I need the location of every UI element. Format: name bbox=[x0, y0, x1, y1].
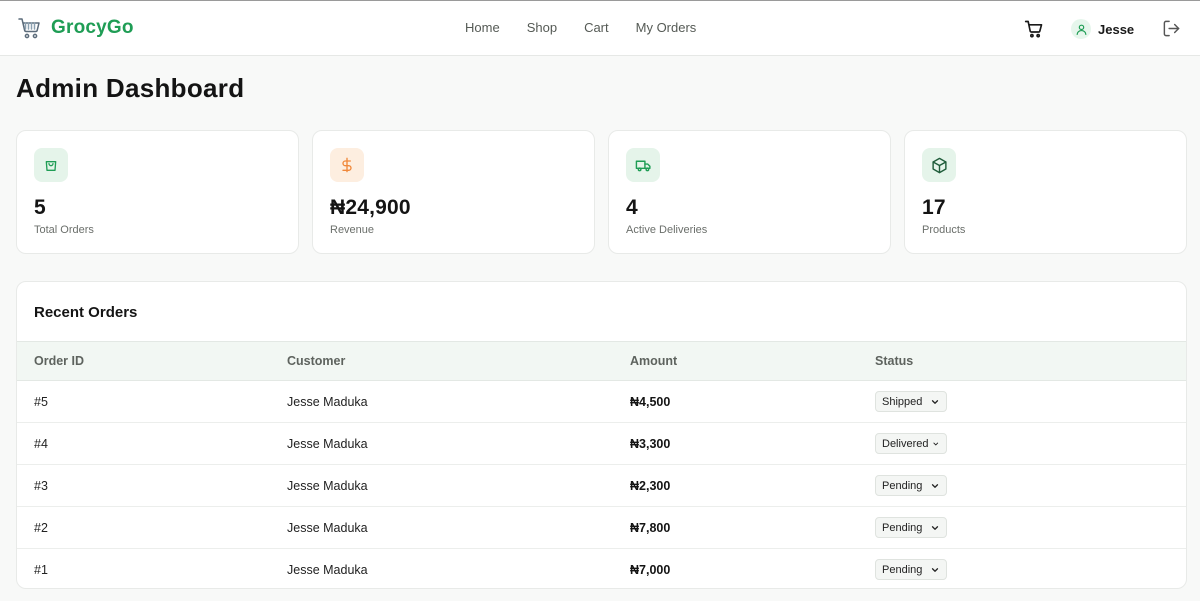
nav-link-home[interactable]: Home bbox=[465, 20, 500, 35]
order-amount: ₦2,300 bbox=[630, 478, 671, 493]
status-cell: Pending bbox=[875, 507, 1186, 549]
chevron-down-icon bbox=[931, 567, 939, 572]
shopping-bag-icon bbox=[34, 148, 68, 182]
order-amount: ₦4,500 bbox=[630, 394, 671, 409]
orders-table: Order ID Customer Amount Status #5 Jesse… bbox=[17, 341, 1186, 589]
user-icon bbox=[1071, 19, 1091, 39]
cart-icon[interactable] bbox=[1024, 19, 1044, 39]
stat-card-products: 17 Products bbox=[904, 130, 1187, 254]
brand-logo-link[interactable]: GrocyGo bbox=[18, 16, 134, 40]
status-value: Delivered bbox=[882, 437, 929, 450]
shopping-cart-icon bbox=[18, 16, 42, 40]
status-select[interactable]: Pending bbox=[875, 517, 947, 538]
customer-name: Jesse Maduka bbox=[287, 394, 368, 409]
stat-value: ₦24,900 bbox=[330, 196, 411, 219]
table-row: #3 Jesse Maduka ₦2,300 Pending bbox=[17, 465, 1186, 507]
table-header-row: Order ID Customer Amount Status bbox=[17, 341, 1186, 381]
truck-icon bbox=[626, 148, 660, 182]
stat-label: Total Orders bbox=[34, 224, 94, 236]
stat-value: 5 bbox=[34, 196, 46, 219]
stat-card-revenue: ₦24,900 Revenue bbox=[312, 130, 595, 254]
status-value: Pending bbox=[882, 479, 923, 492]
order-amount: ₦7,000 bbox=[630, 562, 671, 577]
order-amount: ₦3,300 bbox=[630, 436, 671, 451]
nav-link-cart[interactable]: Cart bbox=[584, 20, 609, 35]
order-id: #4 bbox=[34, 436, 48, 451]
nav-link-shop[interactable]: Shop bbox=[527, 20, 557, 35]
chevron-down-icon bbox=[933, 442, 939, 445]
recent-orders-panel: Recent Orders Order ID Customer Amount S… bbox=[16, 281, 1187, 589]
order-id: #2 bbox=[34, 520, 48, 535]
dollar-icon bbox=[330, 148, 364, 182]
user-menu[interactable]: Jesse bbox=[1071, 19, 1134, 39]
column-header-status: Status bbox=[875, 354, 914, 368]
customer-name: Jesse Maduka bbox=[287, 436, 368, 451]
stat-card-total-orders: 5 Total Orders bbox=[16, 130, 299, 254]
order-amount: ₦7,800 bbox=[630, 520, 671, 535]
order-id: #5 bbox=[34, 394, 48, 409]
status-value: Shipped bbox=[882, 395, 923, 408]
stat-card-active-deliveries: 4 Active Deliveries bbox=[608, 130, 891, 254]
stat-label: Active Deliveries bbox=[626, 224, 708, 236]
box-icon bbox=[922, 148, 956, 182]
main-nav: Home Shop Cart My Orders bbox=[465, 20, 723, 35]
status-select[interactable]: Pending bbox=[875, 559, 947, 581]
brand-name: GrocyGo bbox=[51, 17, 134, 38]
status-value: Pending bbox=[882, 563, 923, 576]
status-select[interactable]: Delivered bbox=[875, 433, 947, 454]
stat-label: Products bbox=[922, 224, 966, 236]
recent-orders-title: Recent Orders bbox=[34, 304, 138, 321]
table-row: #4 Jesse Maduka ₦3,300 Delivered bbox=[17, 423, 1186, 465]
status-cell: Pending bbox=[875, 549, 1186, 589]
status-select[interactable]: Pending bbox=[875, 475, 947, 496]
table-row: #1 Jesse Maduka ₦7,000 Pending bbox=[17, 549, 1186, 589]
order-id: #1 bbox=[34, 562, 48, 577]
column-header-order-id: Order ID bbox=[34, 354, 85, 368]
column-header-customer: Customer bbox=[287, 354, 346, 368]
stat-value: 17 bbox=[922, 196, 946, 219]
table-row: #5 Jesse Maduka ₦4,500 Shipped bbox=[17, 381, 1186, 423]
status-select[interactable]: Shipped bbox=[875, 391, 947, 412]
table-row: #2 Jesse Maduka ₦7,800 Pending bbox=[17, 507, 1186, 549]
stat-label: Revenue bbox=[330, 224, 375, 236]
top-navbar: GrocyGo Home Shop Cart My Orders Jesse bbox=[0, 0, 1200, 56]
status-cell: Pending bbox=[875, 465, 1186, 507]
nav-link-my-orders[interactable]: My Orders bbox=[636, 20, 697, 35]
chevron-down-icon bbox=[931, 483, 939, 488]
chevron-down-icon bbox=[931, 399, 939, 404]
column-header-amount: Amount bbox=[630, 354, 678, 368]
status-value: Pending bbox=[882, 521, 923, 534]
customer-name: Jesse Maduka bbox=[287, 562, 368, 577]
chevron-down-icon bbox=[931, 525, 939, 530]
customer-name: Jesse Maduka bbox=[287, 520, 368, 535]
stats-row: 5 Total Orders ₦24,900 Revenue 4 Active … bbox=[16, 130, 1187, 254]
status-cell: Shipped bbox=[875, 381, 1186, 423]
status-cell: Delivered bbox=[875, 423, 1186, 465]
user-name: Jesse bbox=[1098, 21, 1135, 37]
stat-value: 4 bbox=[626, 196, 638, 219]
order-id: #3 bbox=[34, 478, 48, 493]
logout-icon[interactable] bbox=[1162, 19, 1182, 39]
customer-name: Jesse Maduka bbox=[287, 478, 368, 493]
page-title: Admin Dashboard bbox=[16, 73, 245, 103]
